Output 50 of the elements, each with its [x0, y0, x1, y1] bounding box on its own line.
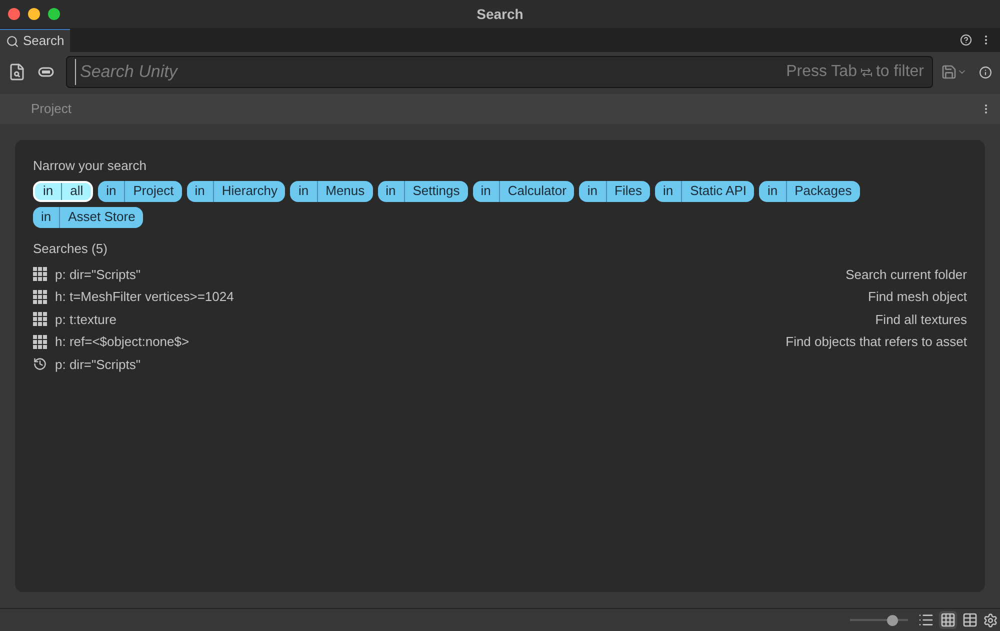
close-window-button[interactable] [8, 8, 20, 20]
search-query: p: dir="Scripts" [55, 356, 140, 374]
search-icon [6, 34, 19, 48]
help-icon[interactable] [960, 34, 972, 46]
search-description: Find objects that refers to asset [786, 333, 967, 351]
search-field[interactable]: Search Unity [75, 59, 786, 85]
maximize-window-button[interactable] [48, 8, 60, 20]
narrow-title: Narrow your search [33, 157, 148, 175]
search-query: h: t=MeshFilter vertices>=1024 [55, 288, 234, 306]
search-query: p: dir="Scripts" [55, 266, 140, 284]
history-icon [33, 357, 47, 372]
grid-view-button[interactable] [939, 611, 957, 629]
zoom-slider[interactable] [850, 614, 908, 626]
grid-icon [33, 290, 47, 304]
info-icon[interactable] [979, 66, 992, 78]
minimize-window-button[interactable] [28, 8, 40, 20]
grid-icon [33, 312, 47, 326]
filter-hint: Press Tab to filter [786, 62, 924, 82]
filter-chip[interactable]: in all [33, 180, 94, 202]
search-document-icon[interactable] [8, 63, 26, 81]
search-row[interactable]: h: ref=<$object:none$> Find objects that refers to asset [33, 330, 967, 353]
search-query: h: ref=<$object:none$> [55, 333, 190, 351]
search-row[interactable]: p: dir="Scripts" Search current folder [33, 263, 967, 286]
filter-chip[interactable]: in Packages [759, 180, 860, 202]
filter-chip[interactable]: in Project [98, 180, 182, 202]
scope-label: Project [31, 100, 72, 118]
toggle-icon[interactable] [38, 67, 54, 77]
filter-chip[interactable]: in Calculator [472, 180, 574, 202]
search-tab[interactable]: Search [0, 29, 70, 52]
search-query: p: t:texture [55, 310, 116, 329]
search-description: Find mesh object [868, 288, 967, 306]
save-icon[interactable] [941, 64, 957, 80]
search-description: Find all textures [875, 310, 967, 328]
filter-chip[interactable]: in Settings [378, 180, 468, 202]
search-description: Search current folder [846, 266, 967, 284]
grid-icon [33, 334, 47, 349]
searches-title: Searches (5) [33, 240, 108, 258]
filter-chip[interactable]: in Static API [654, 180, 754, 202]
search-row[interactable]: h: t=MeshFilter vertices>=1024 Find mesh object [33, 286, 967, 308]
filter-chip[interactable]: in Menus [290, 180, 373, 202]
search-row[interactable]: p: t:texture Find all textures [33, 308, 967, 330]
grid-icon [33, 267, 47, 282]
tab-key-icon [860, 68, 872, 76]
settings-icon[interactable] [983, 612, 998, 628]
filter-chip[interactable]: in Hierarchy [186, 180, 286, 202]
window-title: Search [476, 4, 524, 24]
table-view-button[interactable] [961, 611, 979, 629]
filter-chip[interactable]: in Asset Store [33, 206, 144, 228]
filter-chip[interactable]: in Files [579, 180, 650, 202]
search-row[interactable]: p: dir="Scripts" [33, 353, 967, 376]
